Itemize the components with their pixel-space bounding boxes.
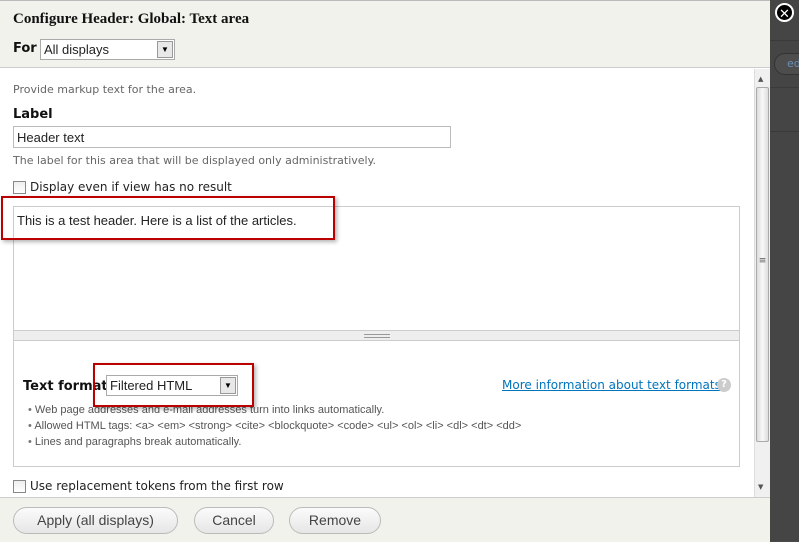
scroll-up-icon[interactable]: ▲ <box>758 75 763 83</box>
format-tip: Allowed HTML tags: <a> <em> <strong> <ci… <box>28 420 521 436</box>
divider <box>770 40 799 41</box>
cancel-button[interactable]: Cancel <box>194 507 274 534</box>
help-icon[interactable]: ? <box>717 378 731 392</box>
for-label: For <box>13 41 37 56</box>
grip-icon <box>364 334 390 338</box>
remove-button[interactable]: Remove <box>289 507 381 534</box>
format-tip: Lines and paragraphs break automatically… <box>28 436 521 452</box>
chevron-down-icon: ▼ <box>157 41 173 58</box>
divider <box>770 87 799 88</box>
dialog-footer: Apply (all displays) Cancel Remove <box>0 497 770 542</box>
for-select[interactable]: All displays ▼ <box>40 39 175 60</box>
content-scrollbar[interactable]: ▲ ≡ ▼ <box>754 69 770 497</box>
dialog-title: Configure Header: Global: Text area <box>13 11 250 27</box>
close-icon[interactable]: ✕ <box>775 3 794 22</box>
label-input[interactable] <box>13 126 451 148</box>
label-heading: Label <box>13 107 53 122</box>
replacement-tokens-label: Use replacement tokens from the first ro… <box>30 479 284 493</box>
area-description: Provide markup text for the area. <box>13 83 197 96</box>
divider <box>770 131 799 132</box>
highlight-box <box>93 363 254 407</box>
display-empty-label: Display even if view has no result <box>30 180 232 194</box>
dialog-content: Provide markup text for the area. Label … <box>0 69 754 497</box>
more-info-link[interactable]: More information about text formats <box>502 378 721 392</box>
highlight-box <box>1 196 335 240</box>
label-help: The label for this area that will be dis… <box>13 154 377 167</box>
apply-button[interactable]: Apply (all displays) <box>13 507 178 534</box>
scrollbar-thumb[interactable]: ≡ <box>756 87 769 442</box>
dialog-header: Configure Header: Global: Text area For … <box>0 1 770 68</box>
replacement-tokens-checkbox[interactable] <box>13 480 26 493</box>
configure-dialog: Configure Header: Global: Text area For … <box>0 0 770 542</box>
textarea-resize-handle[interactable] <box>13 331 740 341</box>
background-button: ed <box>774 53 799 75</box>
for-select-value: All displays <box>44 42 110 57</box>
display-empty-checkbox[interactable] <box>13 181 26 194</box>
page-background <box>770 0 799 541</box>
format-tips: Web page addresses and e-mail addresses … <box>28 404 521 452</box>
scroll-down-icon[interactable]: ▼ <box>758 483 763 491</box>
